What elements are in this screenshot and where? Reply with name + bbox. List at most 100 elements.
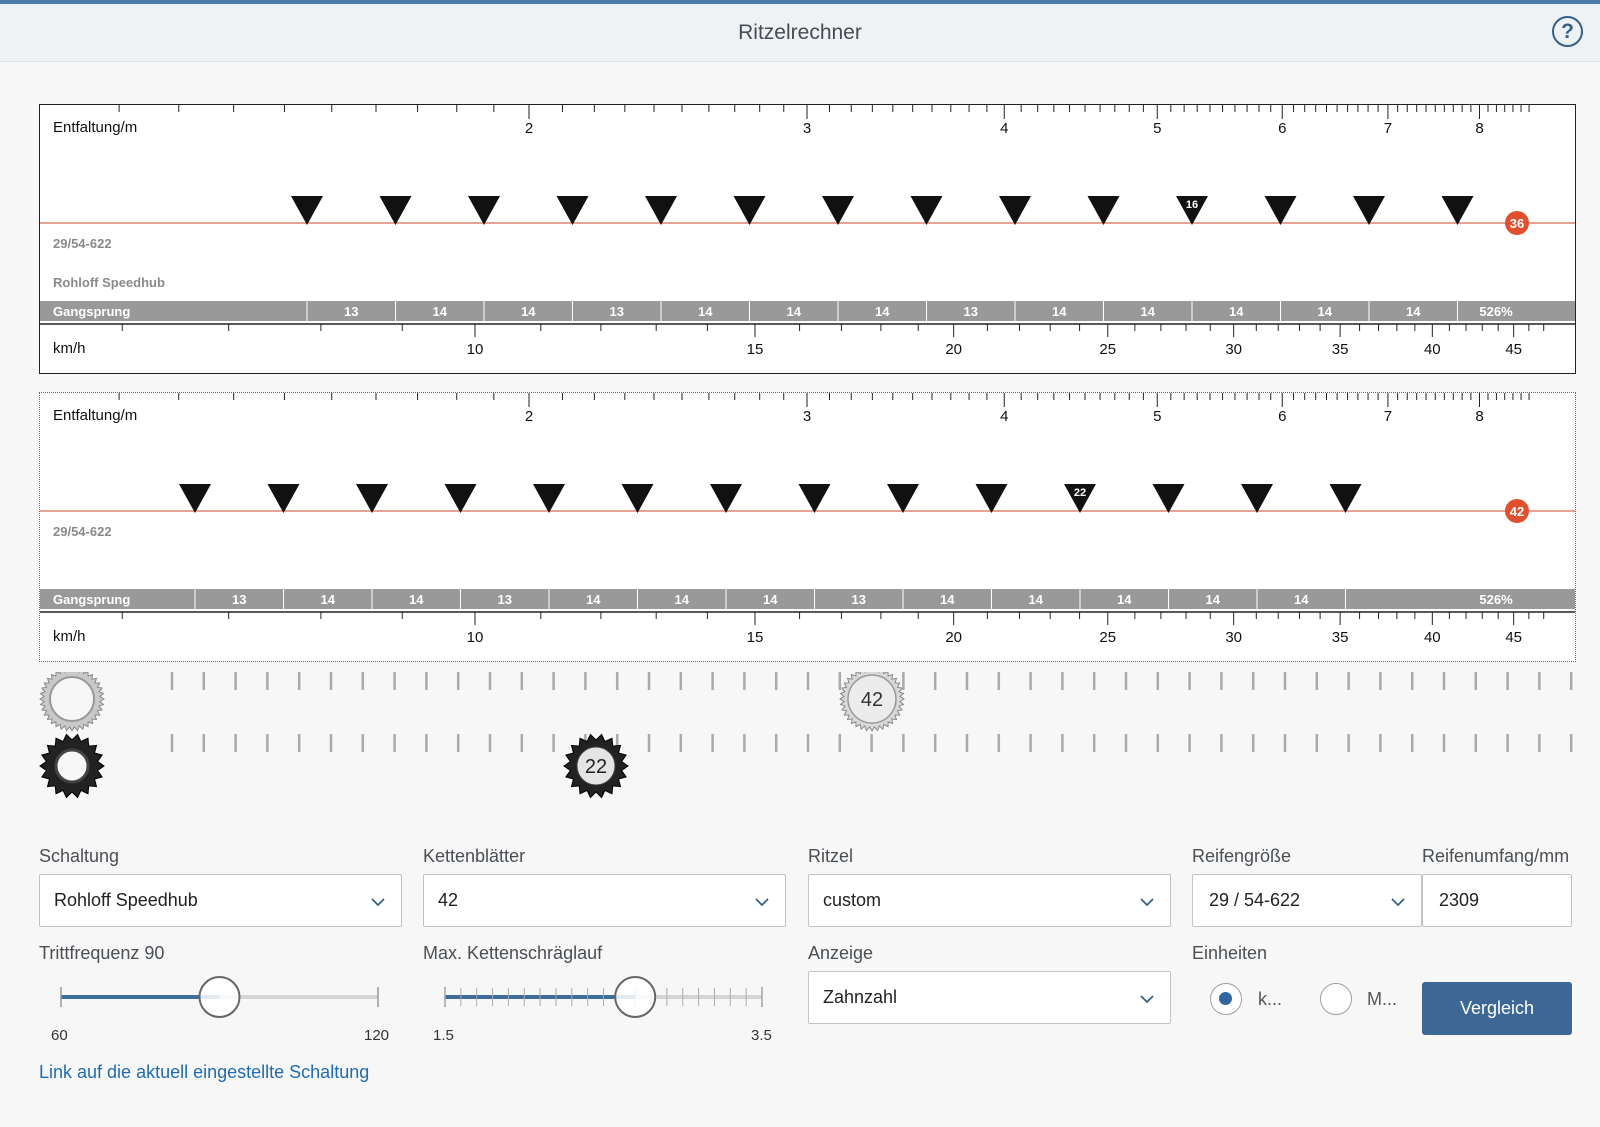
hub-label: Rohloff Speedhub [53,275,165,290]
gear-selector[interactable]: 42 22 [0,672,1600,822]
gangsprung-value: 14 [1294,592,1309,607]
kmh-tick-label: 10 [467,341,484,358]
chainring-icon-center [49,676,95,722]
gear-marker [645,196,677,225]
gangsprung-value: 13 [344,304,358,319]
chevron-down-icon [1140,898,1154,907]
chevron-down-icon [755,898,769,907]
help-circle-icon[interactable]: ? [1552,16,1583,47]
tire-size-label: 29/54-622 [53,524,112,539]
gear-chart-1[interactable]: 2 3 4 5 6 7 8 16 36 13 14 14 13 14 14 14 13 14 14 14 14 14 526… [39,104,1576,374]
gangsprung-value: 13 [498,592,512,607]
kmh-tick-label: 30 [1225,341,1242,358]
schaltung-value: Rohloff Speedhub [54,890,198,910]
kettenblaetter-select[interactable]: 42 [423,874,786,927]
gear-marker [1087,196,1120,225]
gear-marker [910,196,943,225]
kmh-tick-label: 35 [1332,341,1349,358]
gear-marker [556,196,589,225]
vergleich-button[interactable]: Vergleich [1422,982,1572,1035]
gangsprung-value: 14 [1117,592,1132,607]
gangsprung-value: 14 [586,592,601,607]
gear-marker [267,484,300,513]
gear-marker [710,484,742,513]
gear-marker [1353,196,1385,225]
gangsprung-value: 14 [1206,592,1221,607]
kettenblaetter-label: Kettenblätter [423,846,526,866]
gear-chart-2[interactable]: 2 3 4 5 6 7 8 22 42 13 14 14 13 14 14 14 13 14 14 14 14 14 526… [39,392,1576,662]
gear-marker [975,484,1008,513]
gangsprung-value: 14 [433,304,448,319]
chevron-down-icon [371,898,385,907]
gangsprung-value: 13 [852,592,866,607]
schaltung-select[interactable]: Rohloff Speedhub [39,874,402,927]
gear-marker [1329,484,1362,513]
kmh-tick-label: 20 [945,629,962,646]
schaltung-label: Schaltung [39,846,120,866]
entfaltung-tick-label: 2 [525,408,533,425]
gear-marker [444,484,477,513]
gear-chart-1-graphic: 2 3 4 5 6 7 8163613 14 14 13 14 14 14 13 14 14 14 14 14 526… [40,105,1575,358]
gear-marker [1152,484,1185,513]
radio-kmh[interactable] [1210,983,1242,1015]
entfaltung-tick-label: 2 [525,120,533,137]
tire-size-label: 29/54-622 [53,236,112,251]
gangsprung-value: 14 [763,592,778,607]
gangsprung-value: 14 [1229,304,1244,319]
einheiten-label: Einheiten [1192,943,1268,963]
kmh-tick-label: 45 [1505,629,1522,646]
gear-marker [1241,484,1273,513]
gear-marker [179,484,211,513]
radio-mph[interactable] [1320,983,1352,1015]
trittfrequenz-slider[interactable] [39,972,409,1022]
gangsprung-value: 14 [1141,304,1156,319]
entfaltung-tick-label: 3 [803,120,811,137]
sprocket-icon-center [54,748,90,784]
gear-marker [822,196,854,225]
reifenumfang-input[interactable]: 2309 [1422,874,1572,927]
kmh-tick-label: 25 [1099,341,1116,358]
gangsprung-value: 14 [1029,592,1044,607]
kmh-tick-label: 10 [467,629,484,646]
kmh-label: km/h [53,628,86,645]
kmh-tick-label: 30 [1225,629,1242,646]
gear-marker [1441,196,1474,225]
kettenschraeglauf-slider[interactable] [423,972,793,1022]
reifengroesse-label: Reifengröße [1192,846,1292,866]
anzeige-select[interactable]: Zahnzahl [808,971,1171,1024]
gear-marker [533,484,565,513]
trittfrequenz-min: 60 [51,1027,68,1044]
kmh-tick-label: 45 [1505,341,1522,358]
entfaltung-tick-label: 8 [1475,120,1483,137]
kettenschraeglauf-min: 1.5 [433,1027,454,1044]
kettenblaetter-value: 42 [438,890,459,910]
reifenumfang-label: Reifenumfang/mm [1422,846,1570,866]
gear-marker [999,196,1031,225]
gear-marker [887,484,919,513]
gangsprung-total: 526% [1479,592,1513,607]
kmh-tick-label: 25 [1099,629,1116,646]
gear-marker [733,196,766,225]
kmh-tick-label: 20 [945,341,962,358]
entfaltung-tick-label: 6 [1278,408,1286,425]
gangsprung-label: Gangsprung [53,304,131,319]
gangsprung-value: 14 [409,592,424,607]
kettenschraeglauf-max: 3.5 [751,1027,772,1044]
gangsprung-total: 526% [1479,304,1513,319]
current-config-link[interactable]: Link auf die aktuell eingestellte Schalt… [39,1062,369,1083]
anzeige-value: Zahnzahl [823,987,898,1007]
entfaltung-tick-label: 4 [1000,408,1008,425]
slider-knob [198,976,241,1018]
trittfrequenz-max: 120 [364,1027,390,1044]
reifengroesse-select[interactable]: 29 / 54-622 [1192,874,1422,927]
chainring-badge-label: 42 [1510,504,1524,519]
gangsprung-value: 14 [521,304,536,319]
gear-marker [798,484,831,513]
ritzel-select[interactable]: custom [808,874,1171,927]
kmh-tick-label: 40 [1424,341,1441,358]
anzeige-label: Anzeige [808,943,874,963]
gangsprung-value: 14 [1318,304,1333,319]
app-title: Ritzelrechner [738,21,862,44]
kmh-label: km/h [53,340,86,357]
chevron-down-icon [1140,995,1154,1004]
